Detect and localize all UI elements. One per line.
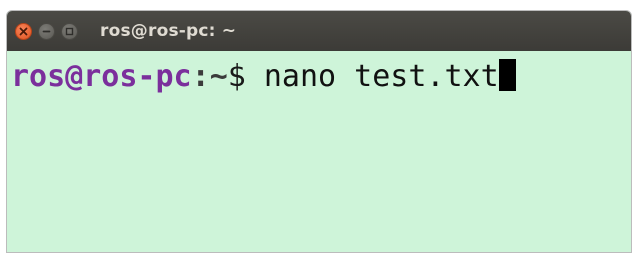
title-bar[interactable]: ros@ros-pc: ~ [7,11,631,51]
prompt-separator: : [191,59,210,94]
text-cursor [498,59,516,91]
close-icon [19,27,28,35]
prompt-user-host: ros@ros-pc [11,59,192,94]
window-controls [15,22,84,40]
terminal-window: ros@ros-pc: ~ ros@ros-pc:~$ nano test.tx… [6,10,632,253]
prompt-path: ~ [209,59,228,94]
prompt-symbol: $ [227,59,264,94]
command-text: nano test.txt [263,59,499,94]
terminal-body[interactable]: ros@ros-pc:~$ nano test.txt [7,51,631,252]
minimize-icon [42,30,51,32]
window-title: ros@ros-pc: ~ [100,21,237,41]
maximize-button[interactable] [61,22,78,40]
close-button[interactable] [15,22,32,40]
maximize-icon [65,27,74,35]
minimize-button[interactable] [38,22,55,40]
